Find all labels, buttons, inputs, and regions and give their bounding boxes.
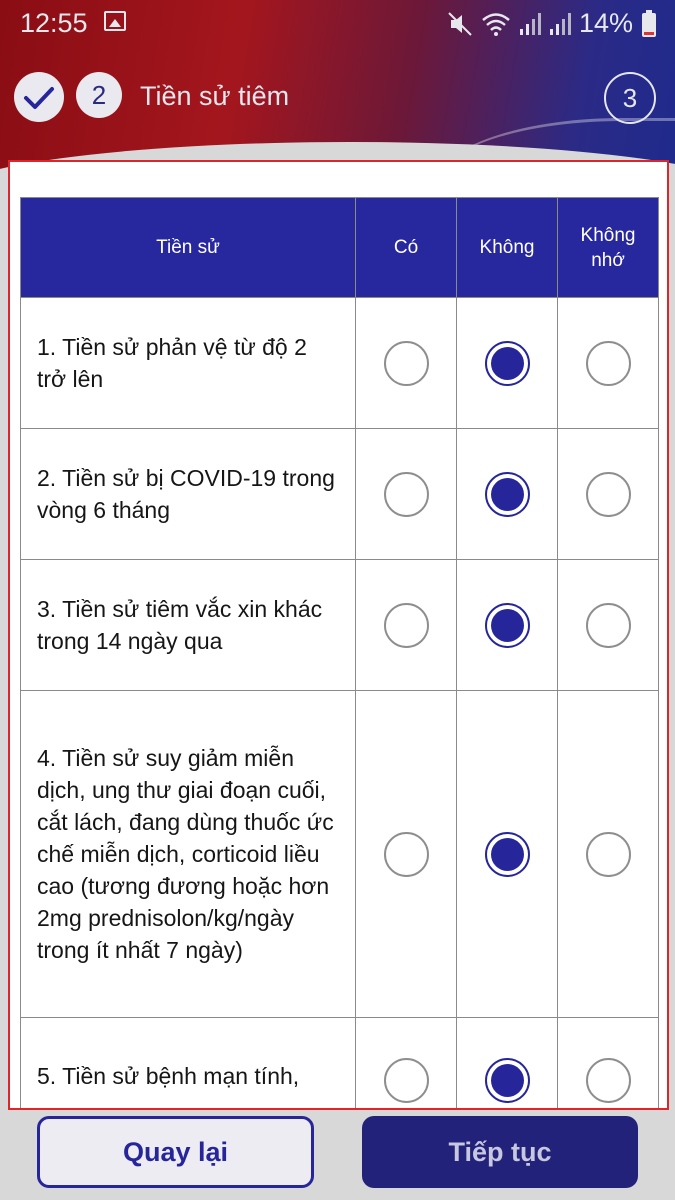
- table-row: 1. Tiền sử phản vệ từ độ 2 trở lên: [20, 297, 659, 429]
- radio-yes[interactable]: [383, 1058, 429, 1103]
- radio-yes[interactable]: [383, 831, 429, 877]
- table-header-row: Tiền sử Có Không Không nhớ: [20, 197, 659, 298]
- step-3-next: 3: [604, 72, 656, 124]
- signal-icon: [519, 12, 541, 35]
- radio-no[interactable]: [484, 340, 530, 386]
- option-cell-yes: [355, 428, 457, 560]
- radio-no[interactable]: [484, 602, 530, 648]
- table-row: 3. Tiền sử tiêm vắc xin khác trong 14 ng…: [20, 559, 659, 691]
- question-text: 5. Tiền sử bệnh mạn tính,: [20, 1017, 356, 1108]
- question-text: 2. Tiền sử bị COVID-19 trong vòng 6 thán…: [20, 428, 356, 560]
- option-cell-yes: [355, 559, 457, 691]
- radio-no[interactable]: [484, 1058, 530, 1103]
- option-cell-dont-remember: [557, 690, 659, 1018]
- radio-yes[interactable]: [383, 471, 429, 517]
- header-dont-remember: Không nhớ: [557, 197, 659, 298]
- radio-dont-remember[interactable]: [585, 831, 631, 877]
- radio-dont-remember[interactable]: [585, 1058, 631, 1103]
- option-cell-dont-remember: [557, 559, 659, 691]
- battery-percent: 14%: [578, 8, 633, 38]
- radio-no[interactable]: [484, 831, 530, 877]
- image-icon: [104, 11, 126, 31]
- signal-icon: [549, 12, 571, 35]
- option-cell-no: [456, 559, 558, 691]
- mute-icon: [448, 11, 472, 36]
- header-no: Không: [456, 197, 558, 298]
- checkmark-icon: [24, 87, 54, 109]
- continue-button[interactable]: Tiếp tục: [362, 1116, 638, 1188]
- option-cell-yes: [355, 297, 457, 429]
- table-row: 4. Tiền sử suy giảm miễn dịch, ung thư g…: [20, 690, 659, 1018]
- table-row: 5. Tiền sử bệnh mạn tính,: [20, 1017, 659, 1108]
- option-cell-no: [456, 428, 558, 560]
- battery-icon: [642, 9, 656, 37]
- status-bar: 12:55 14%: [0, 0, 675, 48]
- footer-actions: Quay lại Tiếp tục: [0, 1112, 675, 1200]
- table-row: 2. Tiền sử bị COVID-19 trong vòng 6 thán…: [20, 428, 659, 560]
- radio-no[interactable]: [484, 471, 530, 517]
- question-text: 1. Tiền sử phản vệ từ độ 2 trở lên: [20, 297, 356, 429]
- vaccination-history-table: Tiền sử Có Không Không nhớ 1. Tiền sử ph…: [20, 197, 659, 1108]
- wifi-icon: [482, 12, 510, 36]
- history-form-card: Tiền sử Có Không Không nhớ 1. Tiền sử ph…: [8, 160, 669, 1110]
- radio-yes[interactable]: [383, 340, 429, 386]
- status-icons: 14%: [447, 8, 657, 39]
- step-title: Tiền sử tiêm: [140, 81, 290, 111]
- radio-dont-remember[interactable]: [585, 602, 631, 648]
- radio-dont-remember[interactable]: [585, 340, 631, 386]
- option-cell-yes: [355, 690, 457, 1018]
- option-cell-yes: [355, 1017, 457, 1108]
- option-cell-no: [456, 1017, 558, 1108]
- option-cell-no: [456, 690, 558, 1018]
- question-text: 3. Tiền sử tiêm vắc xin khác trong 14 ng…: [20, 559, 356, 691]
- option-cell-dont-remember: [557, 1017, 659, 1108]
- status-time: 12:55: [20, 8, 88, 38]
- radio-dont-remember[interactable]: [585, 471, 631, 517]
- back-button[interactable]: Quay lại: [37, 1116, 314, 1188]
- option-cell-dont-remember: [557, 428, 659, 560]
- radio-yes[interactable]: [383, 602, 429, 648]
- header-history: Tiền sử: [20, 197, 356, 298]
- question-text: 4. Tiền sử suy giảm miễn dịch, ung thư g…: [20, 690, 356, 1018]
- header-yes: Có: [355, 197, 457, 298]
- option-cell-dont-remember: [557, 297, 659, 429]
- step-2-current: 2: [76, 72, 122, 118]
- step-1-completed: [14, 72, 64, 122]
- option-cell-no: [456, 297, 558, 429]
